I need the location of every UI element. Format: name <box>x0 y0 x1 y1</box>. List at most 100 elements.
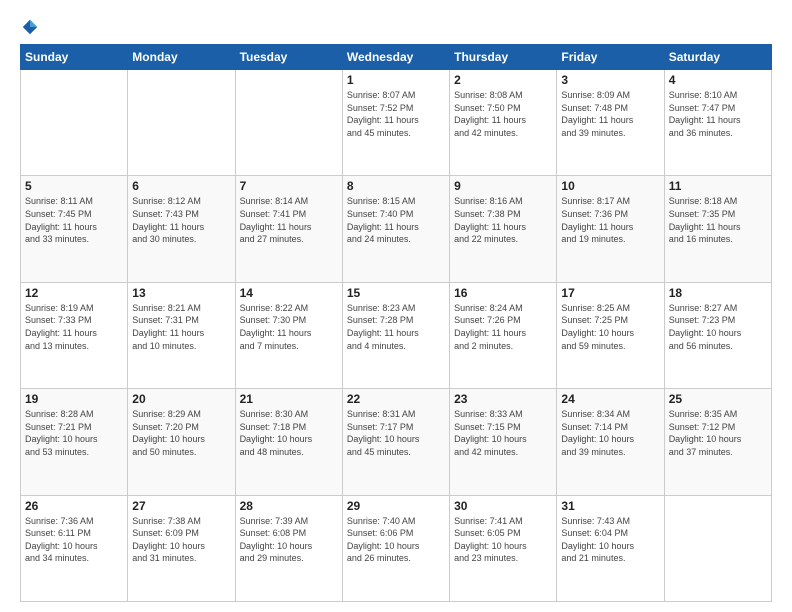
day-number: 15 <box>347 286 445 300</box>
calendar-week-row: 26Sunrise: 7:36 AM Sunset: 6:11 PM Dayli… <box>21 495 772 601</box>
day-info: Sunrise: 7:38 AM Sunset: 6:09 PM Dayligh… <box>132 515 230 565</box>
day-info: Sunrise: 8:23 AM Sunset: 7:28 PM Dayligh… <box>347 302 445 352</box>
day-number: 25 <box>669 392 767 406</box>
day-info: Sunrise: 8:07 AM Sunset: 7:52 PM Dayligh… <box>347 89 445 139</box>
day-info: Sunrise: 8:25 AM Sunset: 7:25 PM Dayligh… <box>561 302 659 352</box>
day-info: Sunrise: 7:39 AM Sunset: 6:08 PM Dayligh… <box>240 515 338 565</box>
calendar-week-row: 5Sunrise: 8:11 AM Sunset: 7:45 PM Daylig… <box>21 176 772 282</box>
day-info: Sunrise: 8:18 AM Sunset: 7:35 PM Dayligh… <box>669 195 767 245</box>
page: SundayMondayTuesdayWednesdayThursdayFrid… <box>0 0 792 612</box>
day-info: Sunrise: 8:11 AM Sunset: 7:45 PM Dayligh… <box>25 195 123 245</box>
day-info: Sunrise: 8:17 AM Sunset: 7:36 PM Dayligh… <box>561 195 659 245</box>
day-info: Sunrise: 8:34 AM Sunset: 7:14 PM Dayligh… <box>561 408 659 458</box>
day-info: Sunrise: 8:21 AM Sunset: 7:31 PM Dayligh… <box>132 302 230 352</box>
day-info: Sunrise: 8:27 AM Sunset: 7:23 PM Dayligh… <box>669 302 767 352</box>
calendar-cell: 12 Sunrise: 8:19 AM Sunset: 7:33 PM Dayli… <box>21 282 128 388</box>
day-number: 18 <box>669 286 767 300</box>
calendar-cell: 13 Sunrise: 8:21 AM Sunset: 7:31 PM Dayli… <box>128 282 235 388</box>
day-number: 1 <box>347 73 445 87</box>
day-info: Sunrise: 8:24 AM Sunset: 7:26 PM Dayligh… <box>454 302 552 352</box>
calendar-cell: 25 Sunrise: 8:35 AM Sunset: 7:12 PM Dayli… <box>664 389 771 495</box>
calendar-cell: 21 Sunrise: 8:30 AM Sunset: 7:18 PM Dayli… <box>235 389 342 495</box>
logo <box>20 18 39 36</box>
day-number: 23 <box>454 392 552 406</box>
day-number: 4 <box>669 73 767 87</box>
day-number: 28 <box>240 499 338 513</box>
calendar-cell: 24 Sunrise: 8:34 AM Sunset: 7:14 PM Dayli… <box>557 389 664 495</box>
day-number: 14 <box>240 286 338 300</box>
day-number: 29 <box>347 499 445 513</box>
day-info: Sunrise: 8:31 AM Sunset: 7:17 PM Dayligh… <box>347 408 445 458</box>
calendar-cell: 20 Sunrise: 8:29 AM Sunset: 7:20 PM Dayli… <box>128 389 235 495</box>
calendar-cell: 11 Sunrise: 8:18 AM Sunset: 7:35 PM Dayli… <box>664 176 771 282</box>
day-number: 16 <box>454 286 552 300</box>
calendar-cell: 16 Sunrise: 8:24 AM Sunset: 7:26 PM Dayli… <box>450 282 557 388</box>
day-number: 31 <box>561 499 659 513</box>
calendar-cell: 14Sunrise: 8:22 AM Sunset: 7:30 PM Dayli… <box>235 282 342 388</box>
calendar-cell: 4 Sunrise: 8:10 AM Sunset: 7:47 PM Daylig… <box>664 70 771 176</box>
calendar-cell: 6 Sunrise: 8:12 AM Sunset: 7:43 PM Daylig… <box>128 176 235 282</box>
day-number: 9 <box>454 179 552 193</box>
day-number: 27 <box>132 499 230 513</box>
day-number: 6 <box>132 179 230 193</box>
calendar-cell: 26Sunrise: 7:36 AM Sunset: 6:11 PM Dayli… <box>21 495 128 601</box>
day-info: Sunrise: 7:41 AM Sunset: 6:05 PM Dayligh… <box>454 515 552 565</box>
calendar-cell: 9 Sunrise: 8:16 AM Sunset: 7:38 PM Daylig… <box>450 176 557 282</box>
calendar-cell: 8 Sunrise: 8:15 AM Sunset: 7:40 PM Daylig… <box>342 176 449 282</box>
day-number: 21 <box>240 392 338 406</box>
calendar-week-row: 19 Sunrise: 8:28 AM Sunset: 7:21 PM Dayli… <box>21 389 772 495</box>
day-info: Sunrise: 7:43 AM Sunset: 6:04 PM Dayligh… <box>561 515 659 565</box>
calendar-table: SundayMondayTuesdayWednesdayThursdayFrid… <box>20 44 772 602</box>
day-info: Sunrise: 8:14 AM Sunset: 7:41 PM Dayligh… <box>240 195 338 245</box>
day-info: Sunrise: 8:35 AM Sunset: 7:12 PM Dayligh… <box>669 408 767 458</box>
weekday-header: Wednesday <box>342 45 449 70</box>
header-row: SundayMondayTuesdayWednesdayThursdayFrid… <box>21 45 772 70</box>
calendar-week-row: 12 Sunrise: 8:19 AM Sunset: 7:33 PM Dayli… <box>21 282 772 388</box>
calendar-cell: 17 Sunrise: 8:25 AM Sunset: 7:25 PM Dayli… <box>557 282 664 388</box>
calendar-cell: 28 Sunrise: 7:39 AM Sunset: 6:08 PM Dayli… <box>235 495 342 601</box>
day-number: 19 <box>25 392 123 406</box>
weekday-header: Tuesday <box>235 45 342 70</box>
calendar-cell: 29Sunrise: 7:40 AM Sunset: 6:06 PM Dayli… <box>342 495 449 601</box>
weekday-header: Sunday <box>21 45 128 70</box>
calendar-cell: 31 Sunrise: 7:43 AM Sunset: 6:04 PM Dayli… <box>557 495 664 601</box>
calendar-cell: 18 Sunrise: 8:27 AM Sunset: 7:23 PM Dayli… <box>664 282 771 388</box>
day-info: Sunrise: 8:33 AM Sunset: 7:15 PM Dayligh… <box>454 408 552 458</box>
day-info: Sunrise: 8:16 AM Sunset: 7:38 PM Dayligh… <box>454 195 552 245</box>
day-info: Sunrise: 8:19 AM Sunset: 7:33 PM Dayligh… <box>25 302 123 352</box>
calendar-cell: 7 Sunrise: 8:14 AM Sunset: 7:41 PM Daylig… <box>235 176 342 282</box>
day-info: Sunrise: 8:29 AM Sunset: 7:20 PM Dayligh… <box>132 408 230 458</box>
calendar-cell <box>21 70 128 176</box>
calendar-cell <box>664 495 771 601</box>
calendar-cell <box>128 70 235 176</box>
calendar-week-row: 1 Sunrise: 8:07 AM Sunset: 7:52 PM Daylig… <box>21 70 772 176</box>
day-number: 11 <box>669 179 767 193</box>
day-info: Sunrise: 8:30 AM Sunset: 7:18 PM Dayligh… <box>240 408 338 458</box>
day-number: 13 <box>132 286 230 300</box>
day-info: Sunrise: 8:28 AM Sunset: 7:21 PM Dayligh… <box>25 408 123 458</box>
calendar-cell: 27 Sunrise: 7:38 AM Sunset: 6:09 PM Dayli… <box>128 495 235 601</box>
day-number: 30 <box>454 499 552 513</box>
calendar-cell: 23 Sunrise: 8:33 AM Sunset: 7:15 PM Dayli… <box>450 389 557 495</box>
day-number: 20 <box>132 392 230 406</box>
weekday-header: Monday <box>128 45 235 70</box>
day-info: Sunrise: 8:15 AM Sunset: 7:40 PM Dayligh… <box>347 195 445 245</box>
day-info: Sunrise: 7:36 AM Sunset: 6:11 PM Dayligh… <box>25 515 123 565</box>
calendar-cell: 30 Sunrise: 7:41 AM Sunset: 6:05 PM Dayli… <box>450 495 557 601</box>
day-number: 3 <box>561 73 659 87</box>
calendar-cell: 5Sunrise: 8:11 AM Sunset: 7:45 PM Daylig… <box>21 176 128 282</box>
day-number: 10 <box>561 179 659 193</box>
day-info: Sunrise: 8:12 AM Sunset: 7:43 PM Dayligh… <box>132 195 230 245</box>
day-number: 7 <box>240 179 338 193</box>
calendar-cell: 19 Sunrise: 8:28 AM Sunset: 7:21 PM Dayli… <box>21 389 128 495</box>
day-number: 8 <box>347 179 445 193</box>
day-number: 12 <box>25 286 123 300</box>
day-number: 24 <box>561 392 659 406</box>
logo-icon <box>21 18 39 36</box>
day-info: Sunrise: 8:10 AM Sunset: 7:47 PM Dayligh… <box>669 89 767 139</box>
calendar-cell: 3 Sunrise: 8:09 AM Sunset: 7:48 PM Daylig… <box>557 70 664 176</box>
day-number: 2 <box>454 73 552 87</box>
header <box>20 18 772 36</box>
day-number: 17 <box>561 286 659 300</box>
day-info: Sunrise: 8:09 AM Sunset: 7:48 PM Dayligh… <box>561 89 659 139</box>
